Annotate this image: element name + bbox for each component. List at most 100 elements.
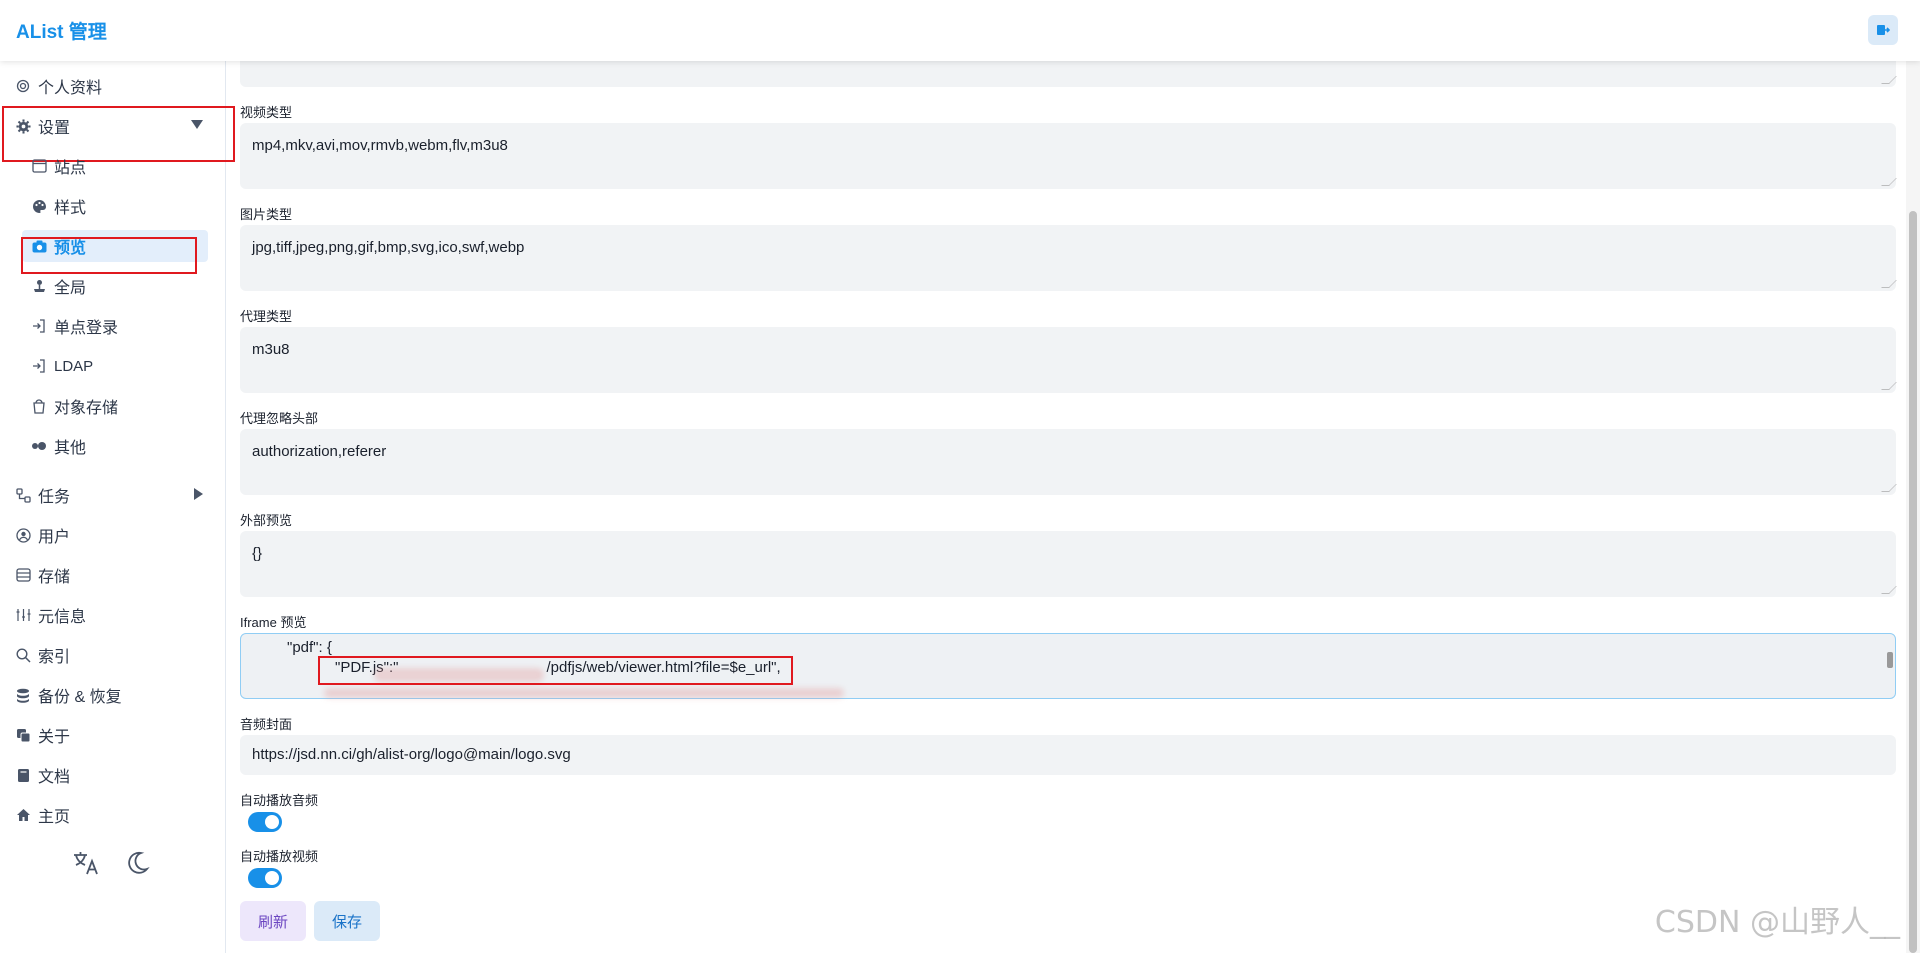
- login-icon: [30, 317, 48, 335]
- sidebar-item-label: 关于: [38, 729, 71, 746]
- sidebar-item-tasks[interactable]: 任务: [14, 479, 214, 511]
- sidebar-item-label: 元信息: [38, 609, 87, 626]
- sidebar-item-label: 用户: [38, 529, 71, 546]
- chevron-down-icon: [190, 118, 204, 130]
- sidebar-item-users[interactable]: 用户: [14, 519, 214, 551]
- watermark: CSDN @山野人__: [1654, 905, 1900, 940]
- logout-button[interactable]: [1868, 15, 1898, 45]
- sidebar-item-about[interactable]: 关于: [14, 719, 214, 751]
- sidebar-item-global[interactable]: 全局: [30, 270, 208, 302]
- sidebar-item-label: 个人资料: [38, 80, 103, 97]
- page-scrollbar[interactable]: [1906, 61, 1920, 953]
- sidebar-item-meta[interactable]: 元信息: [14, 599, 214, 631]
- redaction-blur: [374, 668, 544, 682]
- sidebar-item-label: 存储: [38, 569, 71, 586]
- database-icon: [14, 566, 32, 584]
- copy-icon: [14, 726, 32, 744]
- app-title: AList 管理: [16, 22, 107, 43]
- sidebar-item-label: 设置: [38, 120, 71, 137]
- sidebar-item-home[interactable]: 主页: [14, 799, 214, 831]
- field-label: 外部预览: [240, 513, 293, 528]
- code-line: "pdf": {: [287, 639, 332, 656]
- sidebar-item-backup[interactable]: 备份 & 恢复: [14, 679, 214, 711]
- field-label: 自动播放视频: [240, 849, 319, 864]
- field-label: 代理忽略头部: [240, 411, 319, 426]
- user-circle-icon: [14, 526, 32, 544]
- field-label: 视频类型: [240, 105, 293, 120]
- sidebar-item-s3[interactable]: 对象存储: [30, 390, 208, 422]
- save-button[interactable]: 保存: [314, 901, 380, 941]
- sidebar-item-ldap[interactable]: LDAP: [30, 350, 208, 382]
- book-icon: [14, 766, 32, 784]
- metadata-icon: [14, 606, 32, 624]
- field-label: 自动播放音频: [240, 793, 319, 808]
- field-label: Iframe 预览: [240, 615, 307, 630]
- textarea-scroll-thumb[interactable]: [1887, 652, 1893, 668]
- auto-play-audio-switch[interactable]: [248, 812, 282, 832]
- gear-icon: [14, 117, 32, 135]
- sidebar-item-label: 索引: [38, 649, 71, 666]
- sidebar-item-label: 样式: [54, 200, 87, 217]
- external-previews-textarea[interactable]: {}: [240, 531, 1897, 597]
- search-icon: [14, 646, 32, 664]
- audio-cover-input[interactable]: https://jsd.nn.ci/gh/alist-org/logo@main…: [240, 735, 1896, 775]
- redaction-blur: [324, 688, 844, 698]
- language-icon[interactable]: [72, 850, 100, 876]
- resize-grip-icon: [1881, 484, 1897, 492]
- scrollbar-thumb[interactable]: [1909, 211, 1917, 953]
- code-value: /pdfjs/web/viewer.html?file=$e_url",: [546, 659, 781, 676]
- sidebar-item-label: 站点: [54, 160, 87, 177]
- sidebar-item-label: 文档: [38, 769, 71, 786]
- field-label: 图片类型: [240, 207, 293, 222]
- sidebar-item-label: 预览: [54, 240, 87, 257]
- sidebar-item-index[interactable]: 索引: [14, 639, 214, 671]
- sidebar-item-storage[interactable]: 存储: [14, 559, 214, 591]
- bucket-icon: [30, 397, 48, 415]
- field-value: jpg,tiff,jpeg,png,gif,bmp,svg,ico,swf,we…: [252, 239, 525, 256]
- joystick-icon: [30, 277, 48, 295]
- resize-grip-icon: [1881, 280, 1897, 288]
- sidebar-item-settings[interactable]: 设置: [14, 110, 214, 142]
- field-value: {}: [252, 545, 263, 562]
- proxy-types-textarea[interactable]: m3u8: [240, 327, 1897, 393]
- resize-grip-icon: [1881, 382, 1897, 390]
- sidebar-item-sso[interactable]: 单点登录: [30, 310, 208, 342]
- field-label: 代理类型: [240, 309, 293, 324]
- proxy-ignore-headers-textarea[interactable]: authorization,referer: [240, 429, 1897, 495]
- image-types-textarea[interactable]: jpg,tiff,jpeg,png,gif,bmp,svg,ico,swf,we…: [240, 225, 1897, 291]
- auto-play-video-switch[interactable]: [248, 868, 282, 888]
- toggle-dots-icon: [30, 437, 48, 455]
- settings-form: 视频类型 mp4,mkv,avi,mov,rmvb,webm,flv,m3u8 …: [226, 61, 1920, 953]
- field-value: mp4,mkv,avi,mov,rmvb,webm,flv,m3u8: [252, 137, 508, 154]
- camera-icon: [30, 237, 48, 255]
- video-types-textarea[interactable]: mp4,mkv,avi,mov,rmvb,webm,flv,m3u8: [240, 123, 1897, 189]
- refresh-button[interactable]: 刷新: [240, 901, 306, 941]
- sidebar-item-style[interactable]: 样式: [30, 190, 208, 222]
- top-bar: AList 管理: [0, 0, 1920, 61]
- field-value: m3u8: [252, 341, 290, 358]
- fingerprint-icon: [14, 77, 32, 95]
- sidebar-item-label: 单点登录: [54, 320, 119, 337]
- sidebar-item-label: 备份 & 恢复: [38, 689, 122, 706]
- sidebar-item-label: 其他: [54, 440, 87, 457]
- chevron-right-icon: [192, 487, 204, 501]
- sidebar-item-other[interactable]: 其他: [30, 430, 208, 462]
- sidebar-item-label: 主页: [38, 809, 71, 826]
- login-icon: [30, 357, 48, 375]
- resize-grip-icon: [1881, 76, 1897, 84]
- sidebar-item-label: 全局: [54, 280, 87, 297]
- resize-grip-icon: [1881, 586, 1897, 594]
- sidebar-item-docs[interactable]: 文档: [14, 759, 214, 791]
- sidebar-item-profile[interactable]: 个人资料: [14, 70, 214, 102]
- previous-field-textarea[interactable]: [240, 61, 1897, 87]
- field-value: https://jsd.nn.ci/gh/alist-org/logo@main…: [252, 746, 571, 763]
- sidebar-footer: [72, 850, 150, 876]
- workflow-icon: [14, 486, 32, 504]
- logout-icon: [1876, 23, 1890, 37]
- home-icon: [14, 806, 32, 824]
- sidebar-item-site[interactable]: 站点: [30, 150, 208, 182]
- sidebar: 个人资料 设置 站点 样式 预览 全局 单点登录 LDAP 对象存储 其他 任务…: [0, 61, 235, 953]
- dark-mode-moon-icon[interactable]: [124, 850, 150, 876]
- sidebar-item-preview[interactable]: 预览: [22, 230, 208, 262]
- sidebar-item-label: LDAP: [54, 357, 94, 375]
